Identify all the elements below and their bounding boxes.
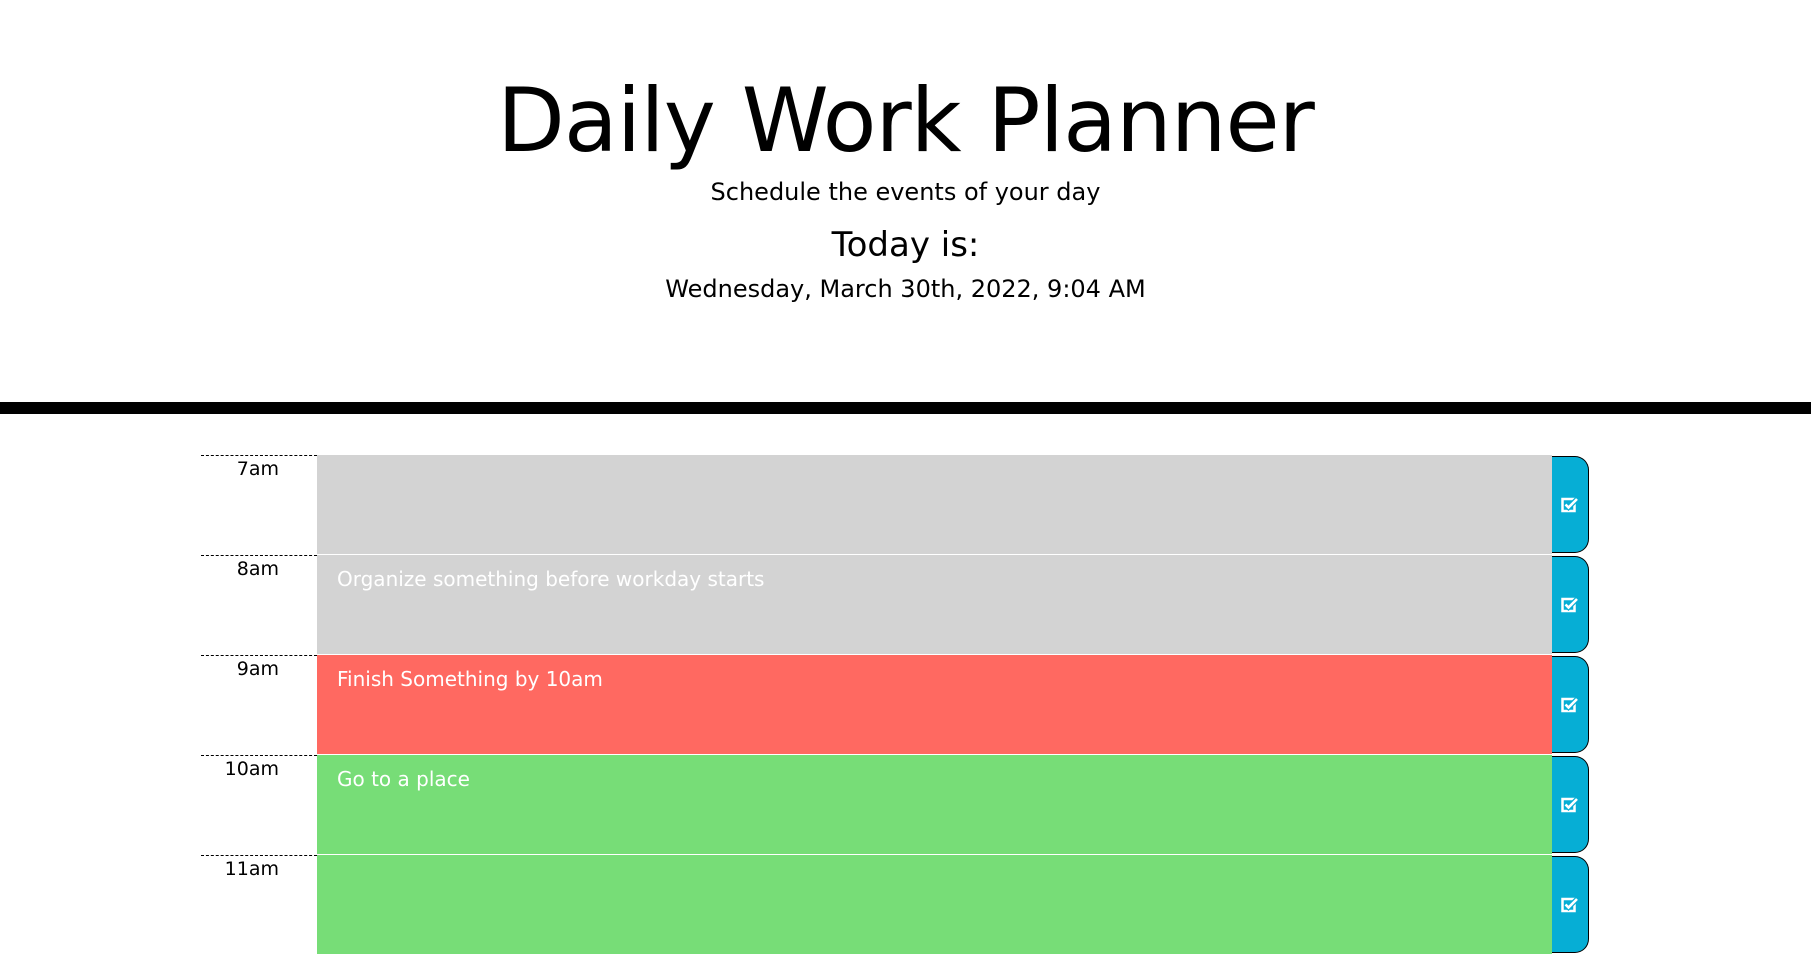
event-description[interactable]: Organize something before workday starts [317,555,1552,655]
hour-label: 10am [201,755,317,855]
hour-label: 7am [201,455,317,555]
time-block-8am: 8am Organize something before workday st… [201,555,1589,655]
check-square-icon [1561,796,1579,812]
save-button[interactable] [1552,756,1589,853]
hour-label: 8am [201,555,317,655]
current-date: Wednesday, March 30th, 2022, 9:04 AM [665,275,1146,303]
page-title: Daily Work Planner [497,69,1315,172]
save-button[interactable] [1552,856,1589,953]
time-block-9am: 9am Finish Something by 10am [201,655,1589,755]
check-square-icon [1561,596,1579,612]
check-square-icon [1561,896,1579,912]
time-block-10am: 10am Go to a place [201,755,1589,855]
event-description[interactable] [317,455,1552,555]
page-subtitle: Schedule the events of your day [710,178,1101,206]
today-label: Today is: [831,225,980,265]
time-block-7am: 7am [201,455,1589,555]
event-description[interactable]: Finish Something by 10am [317,655,1552,755]
hour-label: 11am [201,855,317,955]
save-button[interactable] [1552,556,1589,653]
save-button[interactable] [1552,456,1589,553]
time-block-11am: 11am [201,855,1589,955]
event-description[interactable] [317,855,1552,955]
save-button[interactable] [1552,656,1589,753]
check-square-icon [1561,696,1579,712]
planner: 7am 8am Organize something before workda… [0,414,1811,955]
header: Daily Work Planner Schedule the events o… [0,0,1811,414]
hour-label: 9am [201,655,317,755]
check-square-icon [1561,496,1579,512]
event-description[interactable]: Go to a place [317,755,1552,855]
